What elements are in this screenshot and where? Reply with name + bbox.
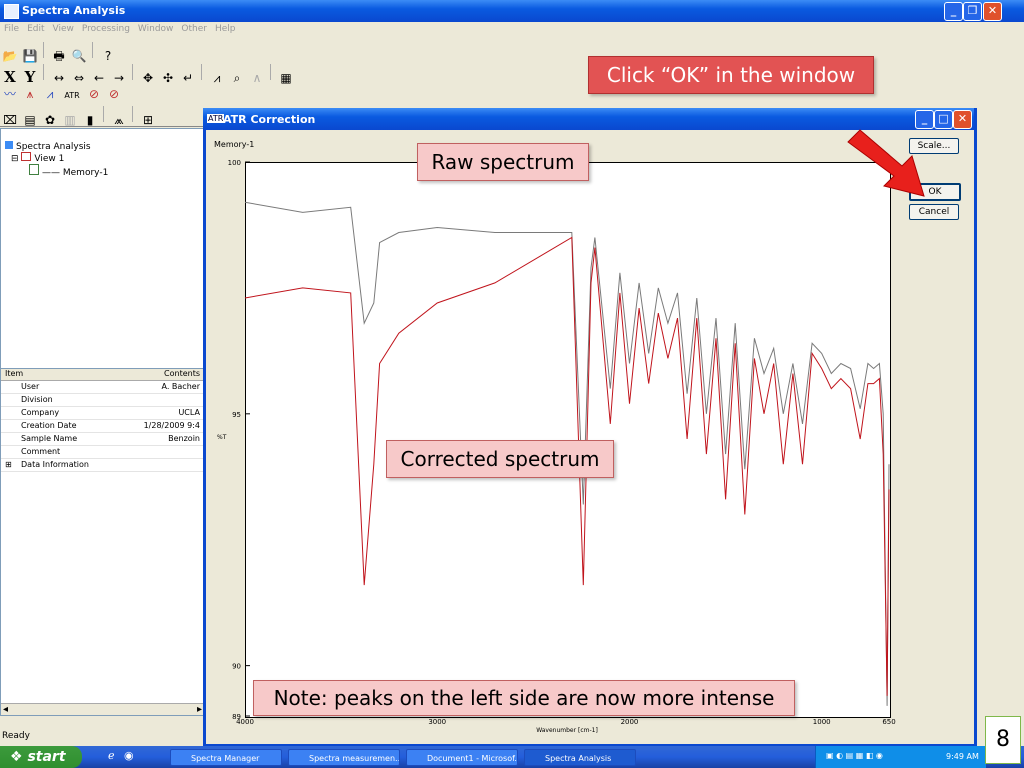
properties-header: Item Contents: [1, 369, 204, 381]
x-tick-label: 3000: [428, 718, 446, 726]
x-tick-label: 650: [882, 718, 895, 726]
toolbar-row-4: ⌧ ▤ ✿ ▥ ▮ ⩕ ⊞: [0, 104, 158, 127]
properties-pane: Item Contents User A. Bacher Division Com…: [0, 368, 205, 716]
start-button[interactable]: ❖ start: [0, 746, 82, 768]
move-all-icon[interactable]: ✣: [160, 70, 176, 86]
tree-view-1[interactable]: ⊟ View 1: [11, 152, 64, 164]
pane-splitter[interactable]: [0, 126, 203, 129]
task-spectra-analysis[interactable]: Spectra Analysis: [524, 749, 636, 766]
slide-number: 8: [985, 716, 1021, 764]
windows-logo-icon: ❖: [10, 749, 23, 765]
tree-pane: Spectra Analysis ⊟ View 1 —— Memory-1: [0, 128, 205, 370]
prop-row: Sample Name Benzoin: [1, 434, 204, 446]
expand-icon[interactable]: ⊞: [5, 460, 12, 469]
toolbar-row-3: 〰 ⩚ ⩘ ATR ⊘ ⊘: [0, 84, 124, 104]
y-tick-label: 90: [232, 663, 241, 671]
menu-view[interactable]: View: [49, 22, 78, 36]
view-icon-small: [21, 152, 32, 161]
menu-window[interactable]: Window: [134, 22, 178, 36]
callout-note: Note: peaks on the left side are now mor…: [253, 680, 795, 716]
prop-row: Comment: [1, 447, 204, 459]
tray-icons[interactable]: ▣ ◐ ▤ ▦ ◧ ◉: [826, 751, 883, 760]
grid-icon[interactable]: ▦: [278, 70, 294, 86]
menu-processing[interactable]: Processing: [78, 22, 134, 36]
prop-row: Company UCLA: [1, 408, 204, 420]
status-text: Ready: [2, 731, 30, 741]
app-tree-icon: [5, 141, 13, 149]
app-title: Spectra Analysis: [22, 4, 126, 17]
atr-dialog-icon: ATR: [207, 114, 225, 123]
scroll-left-icon[interactable]: ◂: [3, 704, 8, 715]
y-axis-button[interactable]: Y: [22, 69, 38, 85]
move-icon[interactable]: ✥: [140, 70, 156, 86]
scroll-right-icon[interactable]: ▸: [197, 704, 202, 715]
prop-row-data-info[interactable]: ⊞ Data Information: [1, 460, 204, 472]
dialog-close-button[interactable]: ✕: [953, 110, 972, 129]
menu-other[interactable]: Other: [177, 22, 211, 36]
y-tick-label: 95: [232, 411, 241, 419]
atr-button[interactable]: ATR: [62, 88, 82, 104]
smooth-icon[interactable]: ⩘: [42, 86, 58, 102]
y-tick-label: 89: [232, 713, 241, 721]
horizontal-scrollbar[interactable]: ◂ ▸: [1, 703, 204, 715]
menu-bar: File Edit View Processing Window Other Help: [0, 22, 1024, 38]
spectrum-icon[interactable]: 〰: [2, 86, 18, 102]
dialog-title: ATR Correction: [223, 113, 316, 126]
app-icon: [4, 4, 19, 19]
tree-memory-1[interactable]: —— Memory-1: [29, 164, 108, 178]
menu-edit[interactable]: Edit: [23, 22, 48, 36]
x-tick-label: 1000: [813, 718, 831, 726]
prop-row: Division: [1, 395, 204, 407]
tree-root[interactable]: Spectra Analysis: [5, 141, 91, 152]
header-contents: Contents: [164, 369, 200, 378]
task-spectra-measurement[interactable]: Spectra measuremen...: [288, 749, 400, 766]
x-axis-button[interactable]: X: [2, 69, 18, 85]
menu-help[interactable]: Help: [211, 22, 240, 36]
spectrum-chart: 4000 3000 2000 1000 650100959089%TWavenumber…: [217, 159, 896, 734]
baseline-icon[interactable]: ⩚: [22, 86, 38, 102]
close-button[interactable]: ✕: [983, 2, 1002, 21]
toolbar-row-1: 📂 💾 🖶 🔍?: [0, 40, 118, 63]
co2-icon[interactable]: ⊘: [86, 86, 102, 102]
task-spectra-manager[interactable]: Spectra Manager: [170, 749, 282, 766]
peak-disabled-icon: ∧: [252, 71, 262, 85]
toolbar-row-2: X Y ↔ ⇔ ← → ✥ ✣ ↵ ⩘ ⌕ ∧ ▦: [0, 62, 296, 85]
prop-row: Creation Date 1/28/2009 9:4: [1, 421, 204, 433]
x-axis-label: Wavenumber [cm-1]: [536, 727, 598, 734]
cancel-button[interactable]: Cancel: [909, 204, 959, 220]
return-icon[interactable]: ↵: [180, 70, 196, 86]
y-axis-label: %T: [217, 434, 227, 441]
spectrum-doc-icon: [29, 164, 39, 175]
task-document1[interactable]: Document1 - Microsof...: [406, 749, 518, 766]
quicklaunch-icon[interactable]: ◉: [124, 749, 134, 762]
header-item: Item: [5, 369, 24, 378]
callout-corrected-spectrum: Corrected spectrum: [386, 440, 614, 478]
peak-pick-icon[interactable]: ⩘: [209, 70, 225, 86]
peak-find-icon[interactable]: ⌕: [229, 70, 245, 86]
callout-raw-spectrum: Raw spectrum: [417, 143, 589, 181]
prop-row: User A. Bacher: [1, 382, 204, 394]
system-tray: ▣ ◐ ▤ ▦ ◧ ◉ 9:49 AM: [815, 746, 986, 768]
ie-icon[interactable]: ℯ: [108, 749, 115, 762]
collapse-icon[interactable]: ⊟: [11, 154, 19, 164]
red-arrow-icon: [847, 129, 925, 197]
h2o-icon[interactable]: ⊘: [106, 86, 122, 102]
minimize-button[interactable]: _: [944, 2, 963, 21]
y-tick-label: 100: [228, 159, 241, 167]
callout-click-ok: Click “OK” in the window: [588, 56, 874, 94]
x-tick-label: 2000: [621, 718, 639, 726]
menu-file[interactable]: File: [0, 22, 23, 36]
clock: 9:49 AM: [946, 752, 979, 761]
app-title-bar: Spectra Analysis _ ❐ ✕: [0, 0, 1024, 22]
status-bar: Ready: [0, 730, 203, 744]
restore-button[interactable]: ❐: [963, 2, 982, 21]
